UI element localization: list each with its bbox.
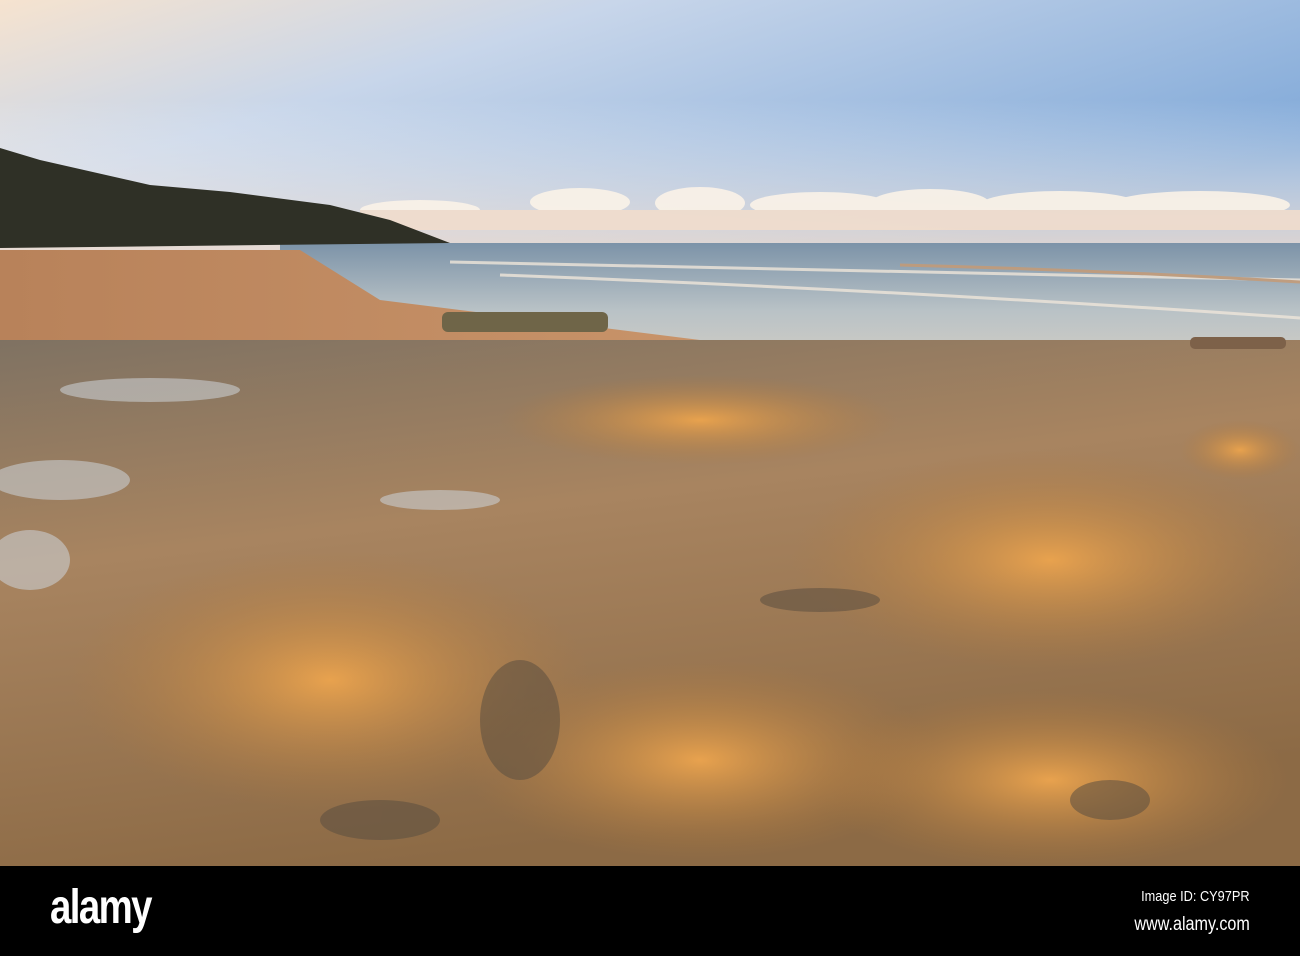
beach-rock-sunset-photo bbox=[0, 0, 1300, 866]
stock-photo: alamy Image ID: CY97PR www.alamy.com bbox=[0, 0, 1300, 956]
image-id-label: Image ID: CY97PR bbox=[1141, 888, 1250, 905]
site-url: www.alamy.com bbox=[1134, 914, 1250, 935]
small-rock bbox=[1190, 337, 1286, 349]
offshore-rock bbox=[442, 312, 608, 332]
alamy-logo: alamy bbox=[50, 881, 152, 934]
watermark-bar: alamy Image ID: CY97PR www.alamy.com bbox=[0, 866, 1300, 956]
